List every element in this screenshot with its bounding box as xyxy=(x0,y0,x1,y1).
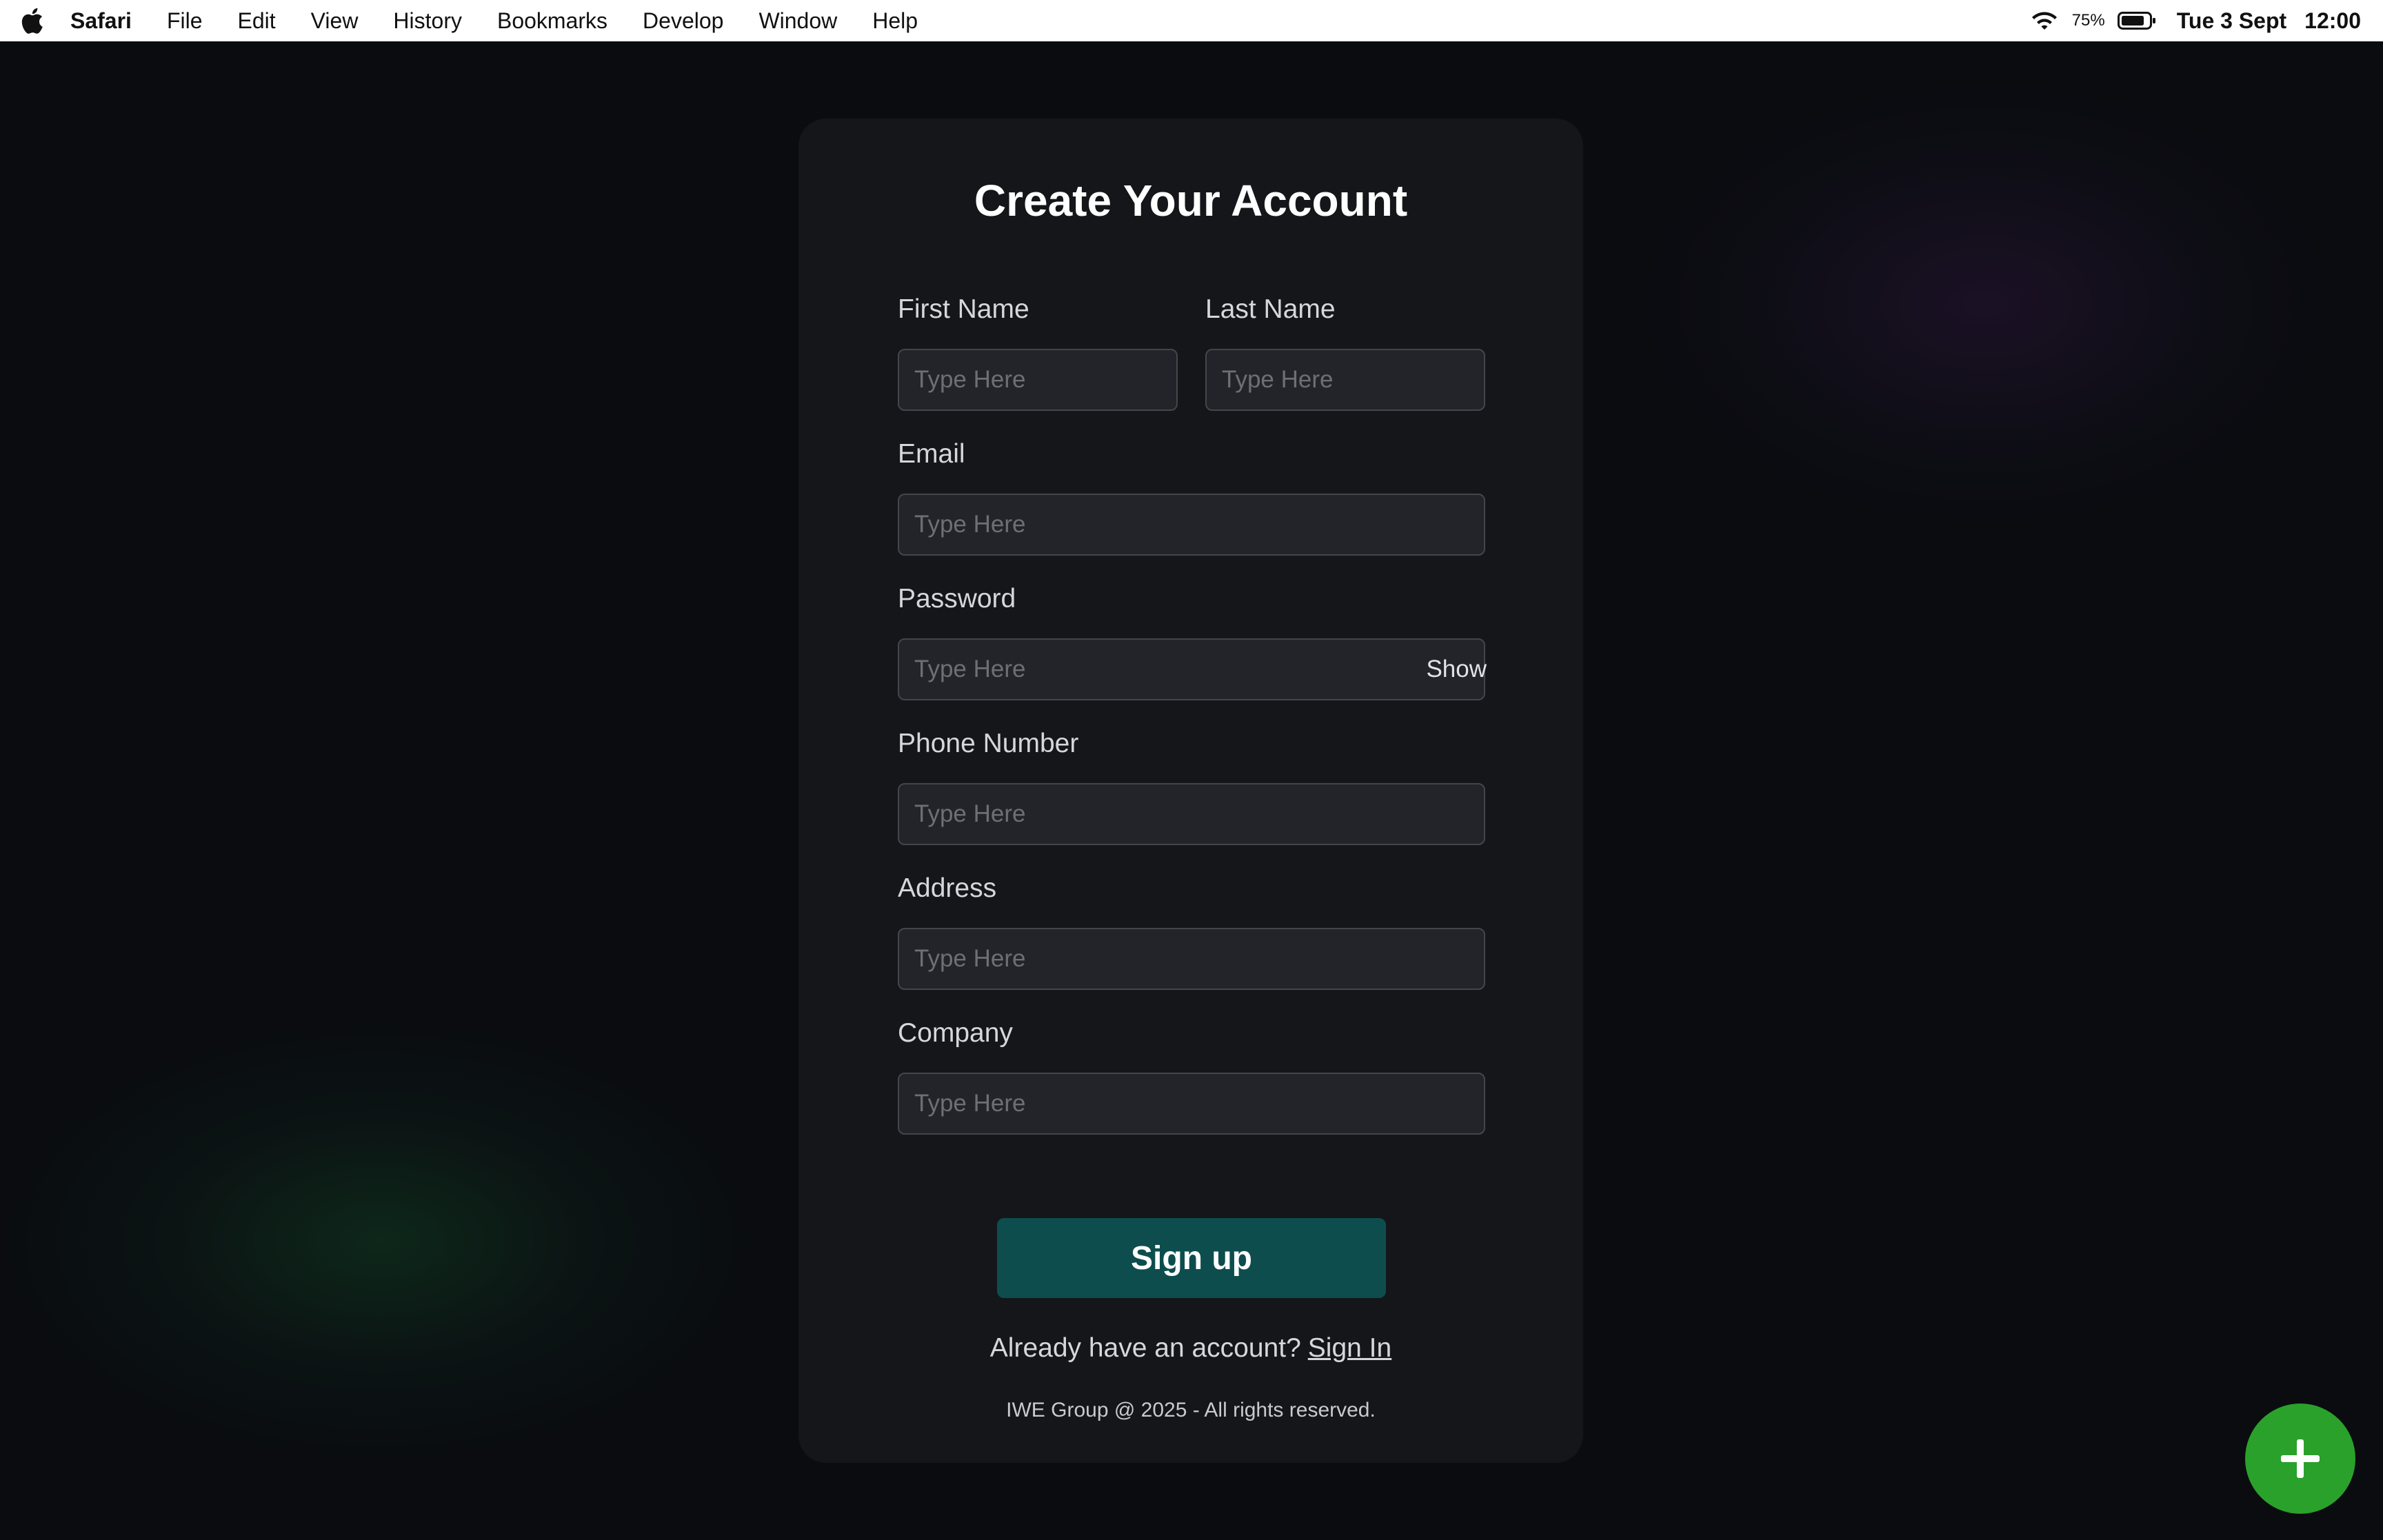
menu-bookmarks[interactable]: Bookmarks xyxy=(497,8,607,34)
menu-window[interactable]: Window xyxy=(758,8,837,34)
signin-link[interactable]: Sign In xyxy=(1308,1333,1391,1363)
menu-file[interactable]: File xyxy=(167,8,203,34)
company-label: Company xyxy=(898,1018,1013,1048)
wifi-icon[interactable] xyxy=(2029,9,2060,32)
menu-app-safari[interactable]: Safari xyxy=(70,8,132,34)
show-password-toggle[interactable]: Show xyxy=(1405,638,1502,700)
battery-percent: 75% xyxy=(2071,11,2105,30)
menu-develop[interactable]: Develop xyxy=(643,8,723,34)
password-label: Password xyxy=(898,584,1016,614)
signin-prompt-text: Already have an account? xyxy=(989,1333,1301,1363)
menu-edit[interactable]: Edit xyxy=(238,8,276,34)
signup-button[interactable]: Sign up xyxy=(997,1218,1386,1298)
menubar-time[interactable]: 12:00 xyxy=(2304,8,2361,34)
email-label: Email xyxy=(898,439,965,469)
background-glow-green xyxy=(0,1020,758,1461)
email-input[interactable] xyxy=(898,494,1485,556)
last-name-label: Last Name xyxy=(1205,294,1336,324)
phone-input[interactable] xyxy=(898,783,1485,845)
address-input[interactable] xyxy=(898,928,1485,990)
apple-logo-icon[interactable] xyxy=(18,7,46,34)
first-name-input[interactable] xyxy=(898,349,1178,411)
company-input[interactable] xyxy=(898,1073,1485,1135)
plus-icon xyxy=(2281,1439,2320,1478)
phone-label: Phone Number xyxy=(898,729,1079,758)
page-title: Create Your Account xyxy=(974,176,1408,225)
password-input[interactable] xyxy=(898,638,1485,700)
menu-history[interactable]: History xyxy=(393,8,462,34)
last-name-input[interactable] xyxy=(1205,349,1485,411)
menu-help[interactable]: Help xyxy=(872,8,918,34)
first-name-label: First Name xyxy=(898,294,1029,324)
signin-prompt-row: Already have an account? Sign In xyxy=(798,1333,1583,1364)
background-glow-purple xyxy=(1641,83,2331,524)
add-fab-button[interactable] xyxy=(2245,1404,2355,1514)
signup-card: Create Your Account First Name Last Name… xyxy=(798,119,1583,1463)
address-label: Address xyxy=(898,873,997,903)
menu-view[interactable]: View xyxy=(311,8,359,34)
menubar-date[interactable]: Tue 3 Sept xyxy=(2177,8,2286,34)
battery-icon[interactable] xyxy=(2117,10,2156,31)
footer-copyright: IWE Group @ 2025 - All rights reserved. xyxy=(1006,1399,1376,1421)
menubar: Safari File Edit View History Bookmarks … xyxy=(0,0,2383,41)
